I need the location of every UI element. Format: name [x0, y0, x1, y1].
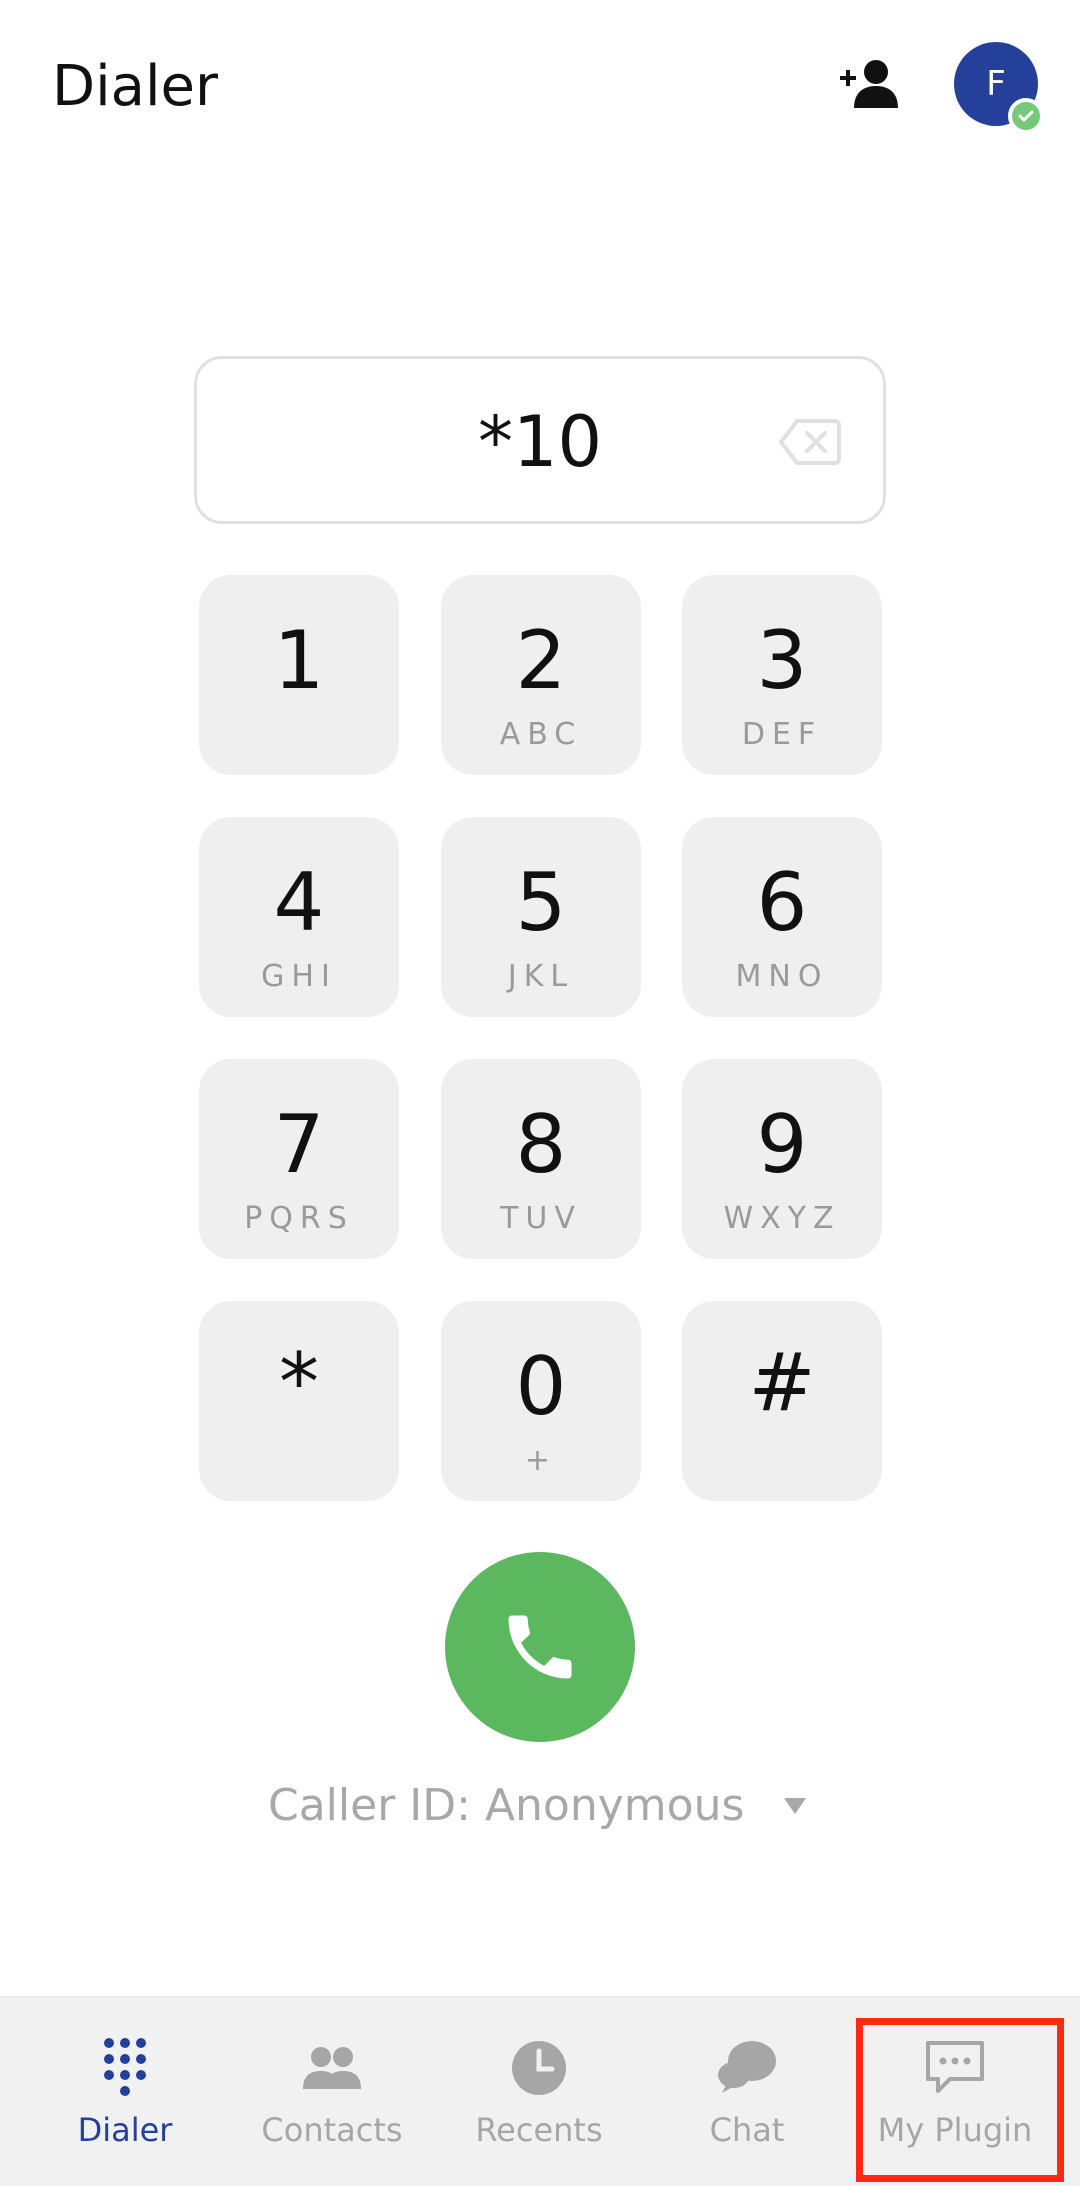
key-digit: 5	[515, 856, 567, 949]
clock-icon	[512, 2041, 566, 2095]
chat-icon	[718, 2041, 776, 2093]
key-star[interactable]: *	[199, 1301, 399, 1501]
highlight-box	[856, 2018, 1064, 2182]
key-1[interactable]: 1	[199, 575, 399, 775]
key-digit: 3	[756, 614, 808, 707]
key-2[interactable]: 2 ABC	[441, 575, 641, 775]
key-digit: 2	[515, 614, 567, 707]
tab-label: Recents	[475, 2111, 603, 2149]
tab-label: Dialer	[77, 2111, 173, 2149]
key-letters: JKL	[507, 959, 575, 994]
key-letters: DEF	[741, 717, 823, 752]
key-digit: 9	[756, 1098, 808, 1191]
status-online-icon	[1008, 98, 1044, 134]
key-9[interactable]: 9 WXYZ	[682, 1059, 882, 1259]
key-digit: #	[748, 1336, 816, 1429]
key-letters: ABC	[499, 717, 583, 752]
phone-icon	[508, 1615, 572, 1679]
key-letters: WXYZ	[723, 1201, 841, 1236]
number-input[interactable]: *10	[194, 356, 886, 524]
call-button[interactable]	[445, 1552, 635, 1742]
key-digit: 0	[515, 1340, 567, 1433]
add-contact-icon[interactable]	[836, 50, 904, 118]
key-digit: 7	[273, 1098, 325, 1191]
backspace-icon[interactable]	[777, 417, 841, 467]
caret-down-icon[interactable]	[782, 1796, 808, 1816]
key-digit: 4	[273, 856, 325, 949]
tab-dialer[interactable]: Dialer	[25, 1997, 225, 2186]
key-digit: *	[279, 1336, 319, 1429]
tab-label: Chat	[709, 2111, 785, 2149]
key-digit: 6	[756, 856, 808, 949]
tab-chat[interactable]: Chat	[647, 1997, 847, 2186]
key-5[interactable]: 5 JKL	[441, 817, 641, 1017]
page-title: Dialer	[52, 54, 219, 119]
tab-contacts[interactable]: Contacts	[232, 1997, 432, 2186]
key-0[interactable]: 0 +	[441, 1301, 641, 1501]
key-letters: +	[524, 1443, 558, 1478]
keypad-icon	[104, 2038, 146, 2096]
key-letters: MNO	[735, 959, 829, 994]
key-4[interactable]: 4 GHI	[199, 817, 399, 1017]
tab-label: Contacts	[261, 2111, 403, 2149]
key-8[interactable]: 8 TUV	[441, 1059, 641, 1259]
key-digit: 1	[273, 614, 325, 707]
tab-recents[interactable]: Recents	[439, 1997, 639, 2186]
caller-id-selector[interactable]: Caller ID: Anonymous	[268, 1780, 744, 1831]
key-6[interactable]: 6 MNO	[682, 817, 882, 1017]
key-digit: 8	[515, 1098, 567, 1191]
key-letters: GHI	[261, 959, 337, 994]
avatar-initial: F	[986, 64, 1006, 104]
key-7[interactable]: 7 PQRS	[199, 1059, 399, 1259]
key-hash[interactable]: #	[682, 1301, 882, 1501]
key-letters: TUV	[500, 1201, 582, 1236]
key-letters: PQRS	[244, 1201, 354, 1236]
key-3[interactable]: 3 DEF	[682, 575, 882, 775]
contacts-icon	[303, 2047, 361, 2089]
